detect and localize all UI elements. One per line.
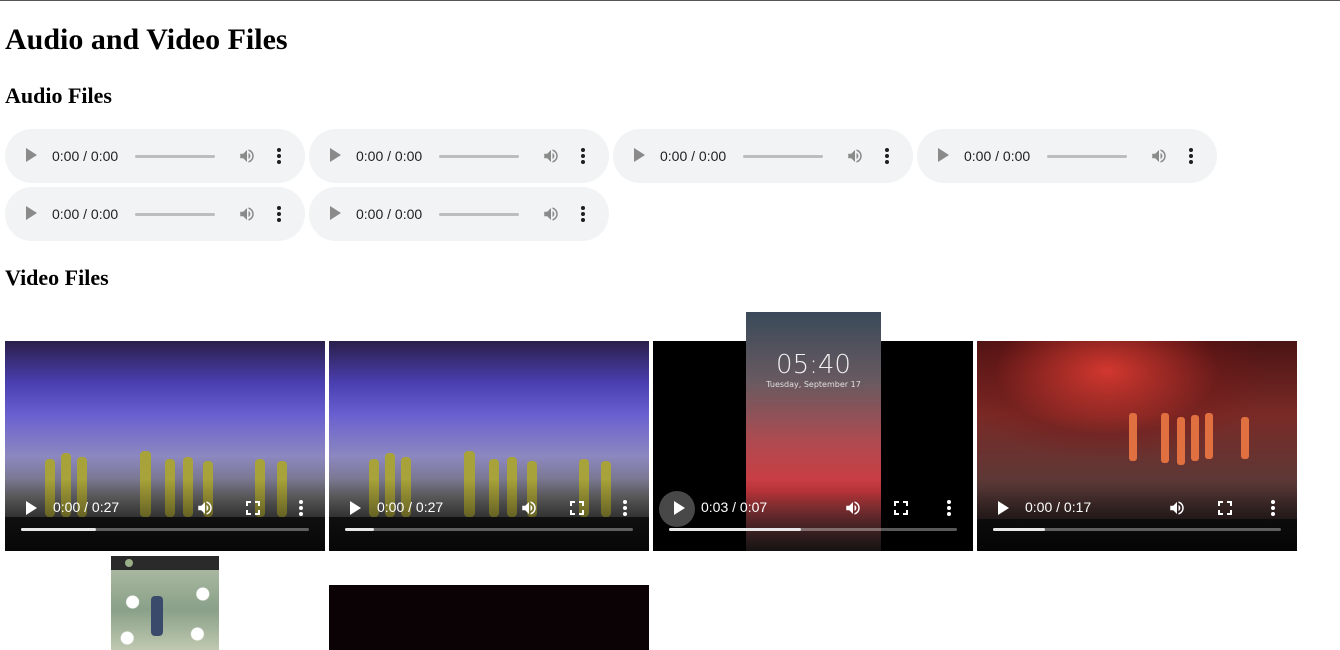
lockscreen-clock: 05:40 [776,350,851,380]
more-options-icon[interactable] [299,500,303,516]
audio-player-5[interactable]: 0:00 / 0:00 [5,187,305,241]
play-icon[interactable] [998,501,1009,515]
volume-icon[interactable] [541,205,561,223]
video-player-6[interactable] [329,585,649,650]
play-icon[interactable] [330,206,341,220]
video-seek-bar[interactable] [993,528,1281,531]
fullscreen-icon[interactable] [894,501,908,515]
audio-seek-bar[interactable] [1047,155,1127,158]
video-seek-bar[interactable] [21,528,309,531]
volume-icon[interactable] [195,499,215,517]
audio-player-4[interactable]: 0:00 / 0:00 [917,129,1217,183]
video-time: 0:00 / 0:27 [53,499,120,515]
more-options-icon[interactable] [581,206,585,222]
video-progress-fill [345,528,374,531]
audio-time: 0:00 / 0:00 [52,148,119,164]
lockscreen-date: Tuesday, September 17 [766,380,861,389]
more-options-icon[interactable] [1189,148,1193,164]
video-time: 0:03 / 0:07 [701,499,768,515]
audio-seek-bar[interactable] [135,213,215,216]
volume-icon[interactable] [1167,499,1187,517]
play-icon[interactable] [26,501,37,515]
volume-icon[interactable] [237,205,257,223]
audio-time: 0:00 / 0:00 [964,148,1031,164]
video-time: 0:00 / 0:17 [1025,499,1092,515]
play-icon[interactable] [350,501,361,515]
audio-seek-bar[interactable] [439,155,519,158]
audio-player-2[interactable]: 0:00 / 0:00 [309,129,609,183]
video-controls: 0:00 / 0:17 [977,479,1297,551]
person-figure [151,596,163,636]
video-section-heading: Video Files [5,265,109,290]
video-time: 0:00 / 0:27 [377,499,444,515]
video-seek-bar[interactable] [669,528,957,531]
audio-time: 0:00 / 0:00 [356,206,423,222]
audio-time: 0:00 / 0:00 [660,148,727,164]
avatar [125,559,133,567]
play-icon[interactable] [938,148,949,162]
more-options-icon[interactable] [277,206,281,222]
video-progress-fill [993,528,1045,531]
video-progress-fill [21,528,96,531]
video-player-5[interactable] [111,556,219,650]
video-player-3[interactable]: 05:40 Tuesday, September 17 0:03 / 0:07 [653,312,973,551]
volume-icon[interactable] [541,147,561,165]
audio-section-heading: Audio Files [5,83,112,108]
video-controls: 0:03 / 0:07 [653,479,973,551]
page-title: Audio and Video Files [5,23,288,56]
play-icon[interactable] [26,206,37,220]
more-options-icon[interactable] [277,148,281,164]
play-icon[interactable] [330,148,341,162]
audio-seek-bar[interactable] [439,213,519,216]
video-controls: 0:00 / 0:27 [329,479,649,551]
volume-icon[interactable] [237,147,257,165]
play-icon[interactable] [674,501,685,515]
fullscreen-icon[interactable] [570,501,584,515]
fullscreen-icon[interactable] [1218,501,1232,515]
more-options-icon[interactable] [1271,500,1275,516]
video-player-1[interactable]: 0:00 / 0:27 [5,341,325,551]
video-controls: 0:00 / 0:27 [5,479,325,551]
audio-seek-bar[interactable] [135,155,215,158]
fullscreen-icon[interactable] [246,501,260,515]
audio-seek-bar[interactable] [743,155,823,158]
audio-player-1[interactable]: 0:00 / 0:00 [5,129,305,183]
more-options-icon[interactable] [581,148,585,164]
play-icon[interactable] [634,148,645,162]
play-icon[interactable] [26,148,37,162]
video-frame-flower-photo [111,570,219,650]
audio-time: 0:00 / 0:00 [356,148,423,164]
audio-time: 0:00 / 0:00 [52,206,119,222]
audio-player-6[interactable]: 0:00 / 0:00 [309,187,609,241]
volume-icon[interactable] [845,147,865,165]
volume-icon[interactable] [1149,147,1169,165]
more-options-icon[interactable] [623,500,627,516]
video-player-4[interactable]: 0:00 / 0:17 [977,341,1297,551]
video-player-2[interactable]: 0:00 / 0:27 [329,341,649,551]
audio-player-3[interactable]: 0:00 / 0:00 [613,129,913,183]
more-options-icon[interactable] [947,500,951,516]
volume-icon[interactable] [843,499,863,517]
video-progress-fill [669,528,802,531]
more-options-icon[interactable] [885,148,889,164]
video-frame-dark [329,585,649,650]
video-seek-bar[interactable] [345,528,633,531]
volume-icon[interactable] [519,499,539,517]
